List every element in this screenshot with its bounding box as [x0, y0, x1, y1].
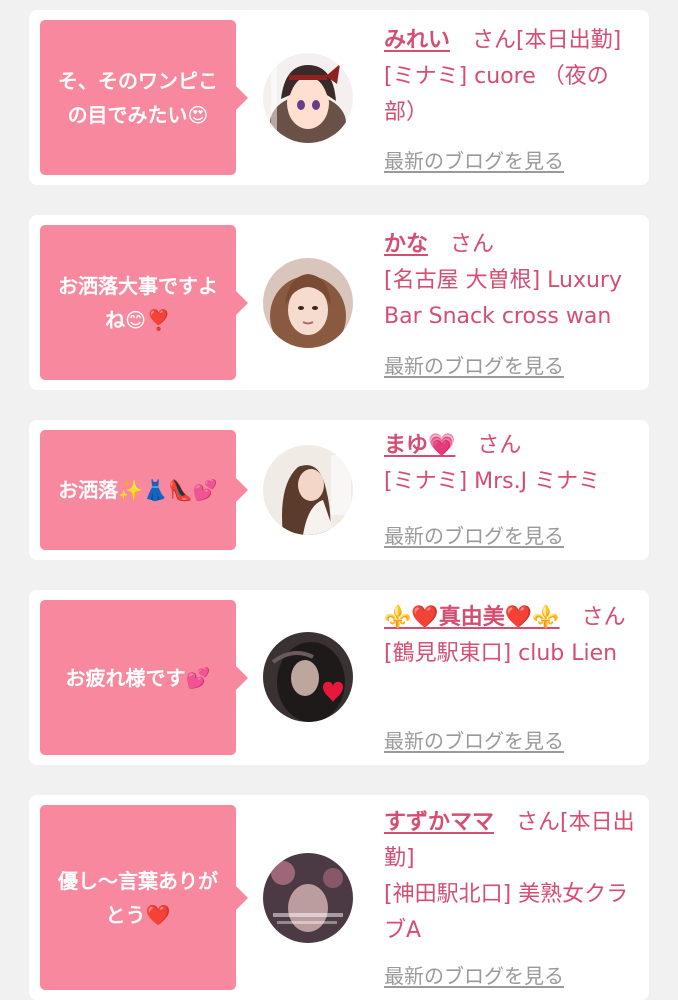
blog-card: お疲れ様です💕 ⚜️❤️真由美❤️⚜️ さん [鶴見駅東口] club Lien …: [29, 590, 649, 765]
message-bubble: 優し〜言葉ありがとう❤️: [40, 805, 248, 990]
avatar[interactable]: [263, 853, 353, 943]
blog-card: お洒落大事ですよね😊❣️ かな さん [名古屋 大曽根] Luxury Bar S…: [29, 215, 649, 390]
shop-name: [鶴見駅東口] club Lien: [384, 641, 618, 666]
avatar[interactable]: [263, 258, 353, 348]
message-bubble: そ、そのワンピこの目でみたい😍: [40, 20, 248, 175]
author-suffix: さん: [477, 433, 522, 458]
author-name[interactable]: かな: [384, 232, 428, 257]
author-name[interactable]: みれい: [384, 28, 450, 53]
shop-name: [神田駅北口] 美熟女クラブA: [384, 882, 629, 943]
message-bubble: お洒落✨👗👠💕: [40, 430, 248, 550]
latest-blog-link[interactable]: 最新のブログを見る: [384, 520, 564, 549]
author-suffix: さん: [450, 232, 495, 257]
avatar[interactable]: [263, 53, 353, 143]
avatar[interactable]: [263, 445, 353, 535]
blog-card: お洒落✨👗👠💕 まゆ💗 さん [ミナミ] Mrs.J ミナミ 最新のブログを見る: [29, 420, 649, 560]
message-text: お洒落✨👗👠💕: [58, 478, 218, 502]
author-suffix: さん[本日出勤]: [472, 28, 622, 53]
shop-name: [ミナミ] cuore （夜の部）: [384, 64, 609, 125]
author-name[interactable]: すずかママ: [384, 810, 494, 835]
avatar[interactable]: [263, 632, 353, 722]
author-name[interactable]: ⚜️❤️真由美❤️⚜️: [384, 605, 560, 630]
message-text: そ、そのワンピこの目でみたい😍: [58, 68, 218, 127]
card-info: ⚜️❤️真由美❤️⚜️ さん [鶴見駅東口] club Lien: [384, 600, 639, 672]
card-info: まゆ💗 さん [ミナミ] Mrs.J ミナミ: [384, 428, 639, 500]
card-info: すずかママ さん[本日出勤] [神田駅北口] 美熟女クラブA: [384, 805, 639, 949]
latest-blog-link[interactable]: 最新のブログを見る: [384, 350, 564, 379]
latest-blog-link[interactable]: 最新のブログを見る: [384, 960, 564, 989]
blog-card: 優し〜言葉ありがとう❤️ すずかママ さん[本日出勤] [神田駅北口] 美熟女クラ…: [29, 795, 649, 1000]
message-bubble: お洒落大事ですよね😊❣️: [40, 225, 248, 380]
latest-blog-link[interactable]: 最新のブログを見る: [384, 145, 564, 174]
blog-card: そ、そのワンピこの目でみたい😍 みれい さん[本日出勤] [ミナミ] cuore …: [29, 10, 649, 185]
message-bubble: お疲れ様です💕: [40, 600, 248, 755]
author-name[interactable]: まゆ💗: [384, 433, 455, 458]
message-text: お洒落大事ですよね😊❣️: [58, 273, 218, 332]
card-info: みれい さん[本日出勤] [ミナミ] cuore （夜の部）: [384, 23, 639, 131]
message-text: お疲れ様です💕: [65, 665, 211, 690]
author-suffix: さん: [581, 605, 626, 630]
latest-blog-link[interactable]: 最新のブログを見る: [384, 725, 564, 754]
message-text: 優し〜言葉ありがとう❤️: [58, 868, 218, 927]
shop-name: [名古屋 大曽根] Luxury Bar Snack cross wan: [384, 268, 622, 329]
card-info: かな さん [名古屋 大曽根] Luxury Bar Snack cross wa…: [384, 227, 639, 335]
shop-name: [ミナミ] Mrs.J ミナミ: [384, 469, 601, 494]
